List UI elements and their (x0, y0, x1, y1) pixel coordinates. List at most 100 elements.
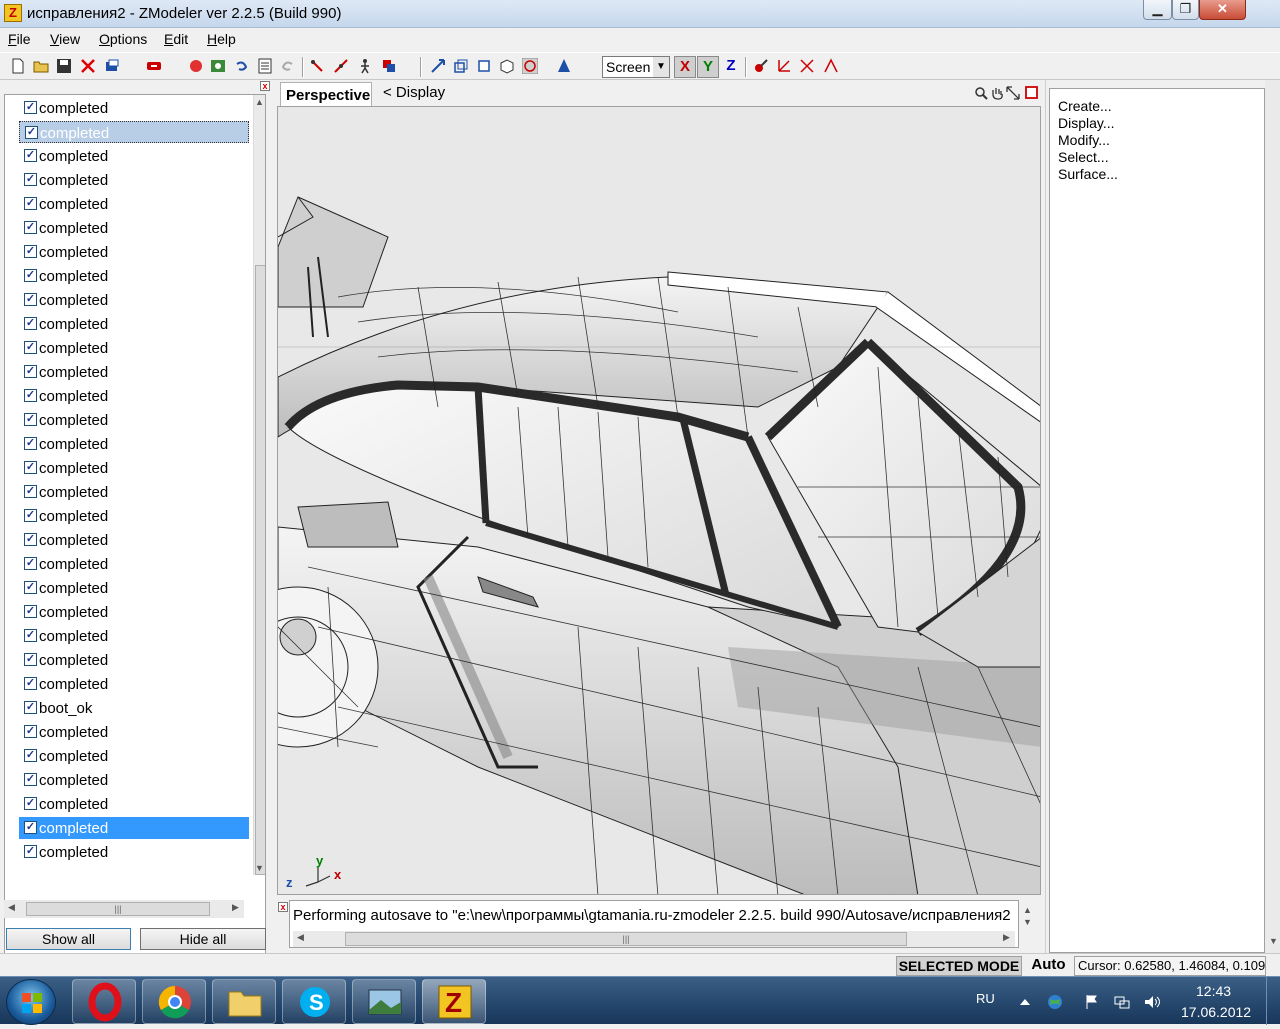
visibility-checkbox[interactable]: ✓ (24, 605, 37, 618)
show-all-button[interactable]: Show all (6, 928, 131, 950)
scrollbar-thumb[interactable]: ||| (345, 932, 907, 946)
vertical-scrollbar[interactable]: ▲ ▼ (253, 95, 265, 875)
transform-icon[interactable] (823, 58, 839, 74)
visibility-checkbox[interactable]: ✓ (24, 413, 37, 426)
maximize-viewport-icon[interactable] (1006, 86, 1020, 100)
close-panel-icon[interactable]: x (278, 902, 288, 912)
close-panel-icon[interactable]: x (260, 81, 270, 91)
volume-icon[interactable] (1143, 993, 1161, 1011)
scroll-up-icon[interactable]: ▲ (255, 97, 264, 107)
sphere-icon[interactable] (522, 58, 538, 74)
list-item[interactable]: ✓ completed (19, 817, 249, 839)
visibility-checkbox[interactable]: ✓ (24, 317, 37, 330)
taskbar-explorer[interactable] (212, 979, 276, 1024)
maximize-button[interactable]: ❐ (1172, 0, 1199, 20)
command-modify[interactable]: Modify... (1058, 132, 1110, 148)
notes-icon[interactable] (257, 58, 273, 74)
zoom-icon[interactable] (974, 86, 988, 100)
visibility-checkbox[interactable]: ✓ (24, 581, 37, 594)
visibility-checkbox[interactable]: ✓ (24, 509, 37, 522)
visibility-checkbox[interactable]: ✓ (24, 293, 37, 306)
taskbar-opera[interactable] (72, 979, 136, 1024)
visibility-checkbox[interactable]: ✓ (24, 845, 37, 858)
undo-icon[interactable] (233, 58, 249, 74)
select-edge-icon[interactable] (333, 58, 349, 74)
list-item[interactable]: ✓ completed (19, 649, 249, 671)
axis-icon[interactable] (776, 58, 792, 74)
taskbar-zmodeler[interactable]: Z (422, 979, 486, 1024)
list-item[interactable]: ✓ completed (19, 409, 249, 431)
list-item[interactable]: ✓ completed (19, 841, 249, 863)
export-icon[interactable] (146, 58, 162, 74)
visibility-checkbox[interactable]: ✓ (24, 821, 37, 834)
visibility-checkbox[interactable]: ✓ (24, 797, 37, 810)
taskbar-photo-viewer[interactable] (352, 979, 416, 1024)
command-select[interactable]: Select... (1058, 149, 1109, 165)
tab-perspective[interactable]: Perspective (280, 82, 372, 106)
visibility-checkbox[interactable]: ✓ (24, 557, 37, 570)
box-icon[interactable] (499, 58, 515, 74)
list-item[interactable]: ✓ completed (19, 385, 249, 407)
menu-edit[interactable]: Edit (164, 31, 188, 47)
record-icon[interactable] (188, 58, 204, 74)
visibility-checkbox[interactable]: ✓ (24, 197, 37, 210)
visibility-checkbox[interactable]: ✓ (24, 461, 37, 474)
cone-icon[interactable] (556, 58, 572, 74)
visibility-checkbox[interactable]: ✓ (25, 126, 38, 139)
list-item[interactable]: ✓ completed (19, 433, 249, 455)
import-icon[interactable] (104, 58, 120, 74)
taskbar-skype[interactable]: S (282, 979, 346, 1024)
scroll-down-icon[interactable]: ▼ (1269, 936, 1278, 946)
show-desktop-button[interactable] (1266, 977, 1280, 1025)
selection-mode-indicator[interactable]: SELECTED MODE (896, 956, 1022, 976)
scrollbar-thumb[interactable]: ||| (26, 902, 210, 916)
visibility-checkbox[interactable]: ✓ (24, 725, 37, 738)
axis-z-toggle[interactable]: Z (720, 56, 742, 78)
visibility-checkbox[interactable]: ✓ (24, 389, 37, 402)
visibility-checkbox[interactable]: ✓ (24, 269, 37, 282)
list-item[interactable]: ✓ completed (19, 97, 249, 119)
list-item[interactable]: ✓ completed (19, 241, 249, 263)
visibility-checkbox[interactable]: ✓ (24, 221, 37, 234)
list-item[interactable]: ✓ completed (19, 505, 249, 527)
network-globe-icon[interactable] (1046, 993, 1064, 1011)
save-icon[interactable] (56, 58, 72, 74)
visibility-checkbox[interactable]: ✓ (24, 101, 37, 114)
redo-icon[interactable] (280, 58, 296, 74)
vertical-scrollbar[interactable]: ▼ (1265, 80, 1280, 953)
visibility-checkbox[interactable]: ✓ (24, 149, 37, 162)
visibility-checkbox[interactable]: ✓ (24, 629, 37, 642)
list-item[interactable]: ✓ completed (19, 361, 249, 383)
rotate-icon[interactable] (476, 58, 492, 74)
scroll-left-icon[interactable]: ◀ (297, 932, 304, 943)
list-item[interactable]: ✓ completed (19, 217, 249, 239)
select-vertex-icon[interactable] (309, 58, 325, 74)
list-item[interactable]: ✓ completed (19, 193, 249, 215)
visibility-checkbox[interactable]: ✓ (24, 653, 37, 666)
new-file-icon[interactable] (10, 58, 26, 74)
visibility-checkbox[interactable]: ✓ (24, 677, 37, 690)
coordinate-space-select[interactable]: Screen ▼ (602, 56, 670, 78)
select-group-icon[interactable] (381, 58, 397, 74)
render-icon[interactable] (210, 58, 226, 74)
horizontal-scrollbar[interactable]: ◀ ||| ▶ (4, 900, 244, 918)
list-item[interactable]: ✓ completed (19, 313, 249, 335)
list-item[interactable]: ✓ completed (19, 145, 249, 167)
clock-time[interactable]: 12:43 (1196, 983, 1231, 999)
menu-options[interactable]: Options (99, 31, 147, 47)
list-item[interactable]: ✓ completed (19, 457, 249, 479)
list-item[interactable]: ✓ completed (19, 769, 249, 791)
measure-icon[interactable] (799, 58, 815, 74)
visibility-checkbox[interactable]: ✓ (24, 173, 37, 186)
object-list[interactable]: ✓ completed ✓ completed ✓ completed ✓ completed… (4, 94, 266, 977)
list-item[interactable]: ✓ completed (19, 553, 249, 575)
pan-hand-icon[interactable] (990, 86, 1004, 100)
scrollbar-thumb[interactable] (255, 265, 265, 875)
visibility-checkbox[interactable]: ✓ (24, 485, 37, 498)
stop-icon[interactable] (1025, 86, 1038, 99)
axis-x-toggle[interactable]: X (674, 56, 696, 78)
visibility-checkbox[interactable]: ✓ (24, 341, 37, 354)
menu-view[interactable]: View (50, 31, 80, 47)
language-indicator[interactable]: RU (976, 991, 995, 1006)
list-item[interactable]: ✓ completed (19, 289, 249, 311)
